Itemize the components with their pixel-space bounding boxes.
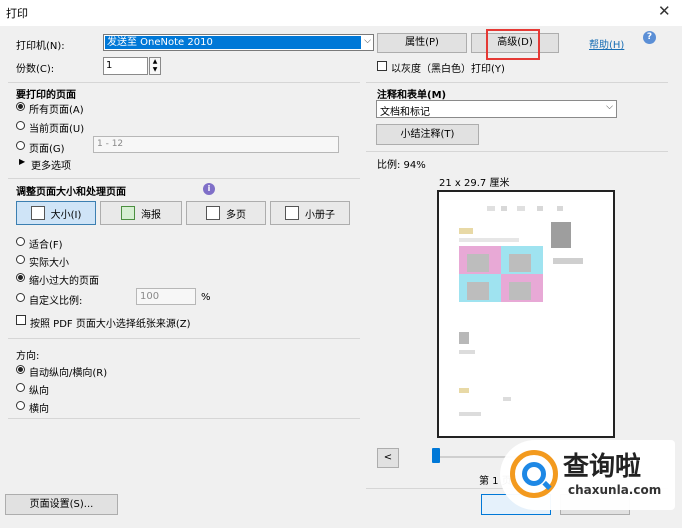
percent-label: %: [201, 292, 211, 303]
actual-size-label: 实际大小: [29, 258, 69, 269]
fit-label: 适合(F): [29, 240, 63, 251]
title-bar: [0, 0, 682, 26]
watermark-url: chaxunla.com: [568, 483, 662, 497]
pdf-source-checkbox[interactable]: [16, 315, 26, 325]
poster-button-label: 海报: [141, 209, 161, 221]
page-slider-handle[interactable]: [432, 448, 440, 463]
landscape-radio[interactable]: [16, 401, 25, 410]
summarize-comments-button[interactable]: 小结注释(T): [376, 124, 479, 145]
info-icon[interactable]: i: [203, 183, 215, 195]
multiple-pages-label: 多页: [226, 209, 246, 221]
previous-page-button[interactable]: <: [377, 448, 399, 468]
current-page-radio[interactable]: [16, 121, 25, 130]
comments-select[interactable]: 文档和标记 ⌵: [376, 100, 617, 118]
watermark-logo-icon: [510, 450, 558, 498]
orientation-title: 方向:: [16, 351, 40, 362]
booklet-button[interactable]: 小册子: [270, 201, 350, 225]
shrink-label: 缩小过大的页面: [29, 276, 99, 287]
landscape-label: 横向: [29, 404, 49, 415]
chevron-down-icon: ⌵: [364, 36, 371, 46]
watermark-brand: 查询啦: [563, 452, 642, 482]
grayscale-checkbox[interactable]: [377, 61, 387, 71]
auto-orientation-radio[interactable]: [16, 365, 25, 374]
size-button-label: 大小(I): [50, 209, 82, 221]
advanced-highlight-box: [486, 29, 540, 60]
close-icon[interactable]: ✕: [658, 2, 671, 20]
comments-selected-value: 文档和标记: [380, 107, 430, 118]
grayscale-label: 以灰度（黑白色）打印(Y): [391, 64, 505, 75]
printer-select[interactable]: 发送至 OneNote 2010 ⌵: [103, 34, 374, 51]
comments-section-title: 注释和表单(M): [377, 90, 447, 101]
poster-icon: [121, 206, 135, 220]
pages-section-title: 要打印的页面: [16, 90, 76, 101]
page-range-radio[interactable]: [16, 141, 25, 150]
expand-arrow-icon[interactable]: ▶: [19, 157, 25, 166]
portrait-radio[interactable]: [16, 383, 25, 392]
actual-size-radio[interactable]: [16, 255, 25, 264]
help-icon[interactable]: ?: [643, 31, 656, 44]
page-range-label: 页面(G): [29, 144, 65, 155]
size-icon: [30, 206, 45, 220]
poster-button[interactable]: 海报: [100, 201, 182, 225]
booklet-button-label: 小册子: [305, 209, 335, 221]
multiple-pages-icon: [206, 206, 220, 220]
custom-scale-input[interactable]: 100: [136, 288, 196, 305]
page-setup-button[interactable]: 页面设置(S)...: [5, 494, 118, 515]
auto-orientation-label: 自动纵向/横向(R): [29, 368, 108, 379]
window-title: 打印: [6, 7, 28, 20]
multiple-pages-button[interactable]: 多页: [186, 201, 266, 225]
chevron-down-icon: ⌵: [606, 102, 613, 112]
paper-size-label: 21 x 29.7 厘米: [439, 178, 510, 189]
printer-selected-value: 发送至 OneNote 2010: [105, 36, 361, 49]
copies-label: 份数(C):: [16, 64, 55, 75]
pdf-source-label: 按照 PDF 页面大小选择纸张来源(Z): [30, 319, 191, 330]
size-button[interactable]: 大小(I): [16, 201, 96, 225]
scale-readout: 比例: 94%: [377, 160, 426, 171]
custom-scale-label: 自定义比例:: [29, 296, 83, 307]
all-pages-label: 所有页面(A): [29, 105, 84, 116]
custom-scale-radio[interactable]: [16, 293, 25, 302]
printer-label: 打印机(N):: [16, 41, 65, 52]
page-range-input[interactable]: 1 - 12: [93, 136, 339, 153]
copies-stepper[interactable]: ▲ ▼: [149, 57, 161, 75]
copies-input[interactable]: 1: [103, 57, 148, 75]
help-link[interactable]: 帮助(H): [589, 36, 624, 51]
print-preview-page: [437, 190, 615, 438]
properties-button[interactable]: 属性(P): [377, 33, 467, 53]
current-page-label: 当前页面(U): [29, 124, 85, 135]
booklet-icon: [285, 206, 299, 220]
fit-radio[interactable]: [16, 237, 25, 246]
all-pages-radio[interactable]: [16, 102, 25, 111]
sizing-section-title: 调整页面大小和处理页面: [16, 187, 126, 198]
portrait-label: 纵向: [29, 386, 49, 397]
shrink-radio[interactable]: [16, 273, 25, 282]
more-options-link[interactable]: 更多选项: [31, 157, 71, 172]
